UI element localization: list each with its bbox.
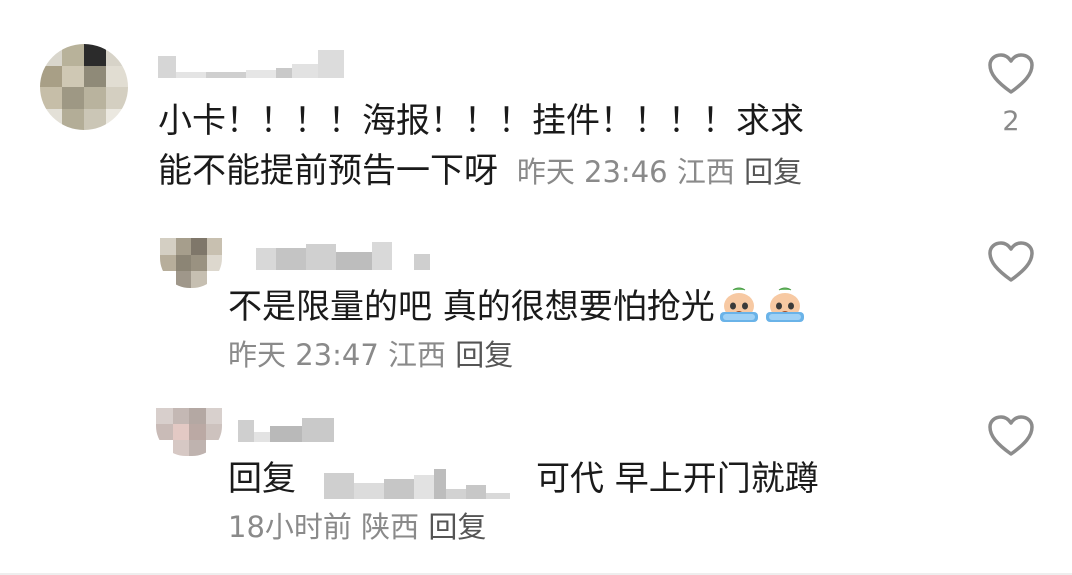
comment-2-like-button[interactable] [986, 240, 1036, 294]
comment-3-text: 回复 可代 早上开门就蹲 18小时前 陕西 回复 [228, 458, 819, 548]
comment-2-text: 不是限量的吧 真的很想要怕抢光 昨天 23:47 江西 回复 [228, 284, 807, 376]
comment-2-time: 昨天 23:47 [228, 338, 379, 372]
heart-outline-icon [988, 53, 1034, 94]
heart-outline-icon [988, 241, 1034, 282]
heart-outline-icon [988, 415, 1034, 456]
comment-3-mention[interactable] [324, 463, 510, 499]
comment-1: 小卡！！！！海报！！！挂件！！！！求求 能不能提前预告一下呀 昨天 23:46 … [0, 0, 1072, 200]
crying-face-emoji-icon [765, 287, 804, 322]
comment-3-reply-prefix: 回复 [228, 459, 296, 499]
comment-3-reply-button[interactable]: 回复 [428, 510, 486, 544]
comment-1-time: 昨天 23:46 [516, 155, 668, 189]
comment-1-text-line2: 能不能提前预告一下呀 [158, 151, 498, 191]
comment-2-reply-button[interactable]: 回复 [455, 338, 513, 372]
comment-3-username[interactable] [238, 416, 334, 442]
comment-2: 不是限量的吧 真的很想要怕抢光 昨天 23:47 江西 回复 [0, 200, 1072, 390]
comment-3-avatar[interactable] [156, 408, 222, 456]
comment-1-location: 江西 [676, 155, 735, 189]
comment-1-text: 小卡！！！！海报！！！挂件！！！！求求 能不能提前预告一下呀 昨天 23:46 … [158, 100, 804, 193]
comment-3: 回复 可代 早上开门就蹲 18小时前 陕西 回复 [0, 390, 1072, 575]
comment-3-like-button[interactable] [986, 414, 1036, 468]
comment-3-text-line1: 可代 早上开门就蹲 [536, 459, 819, 499]
comment-1-reply-button[interactable]: 回复 [744, 155, 802, 189]
comment-2-username[interactable] [256, 240, 430, 270]
comment-1-like-count: 2 [1002, 106, 1020, 137]
comment-2-text-line1: 不是限量的吧 真的很想要怕抢光 [228, 287, 715, 327]
comment-1-avatar[interactable] [40, 44, 128, 130]
comment-3-location: 陕西 [361, 510, 420, 544]
comment-3-time: 18小时前 [228, 510, 352, 544]
comment-1-text-line1: 小卡！！！！海报！！！挂件！！！！求求 [158, 101, 804, 141]
comment-2-avatar[interactable] [160, 238, 222, 288]
comment-1-username[interactable] [158, 48, 344, 78]
comment-1-like-button[interactable]: 2 [986, 52, 1036, 137]
crying-face-emoji-icon [719, 287, 758, 322]
comment-2-location: 江西 [388, 338, 447, 372]
